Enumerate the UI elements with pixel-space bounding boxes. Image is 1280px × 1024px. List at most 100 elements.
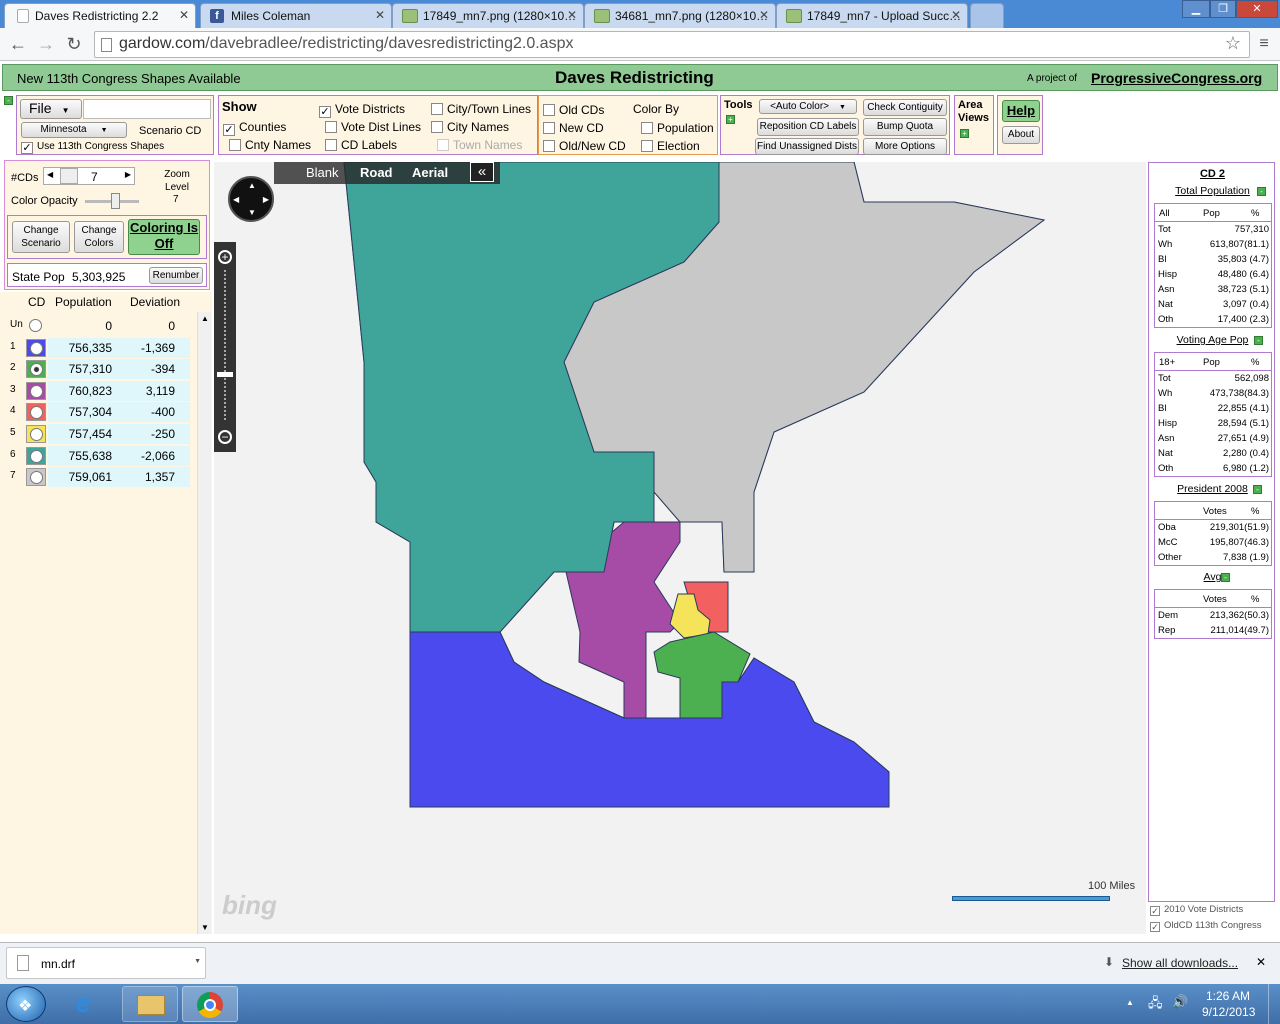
check-contiguity-button[interactable]: Check Contiguity: [863, 99, 947, 116]
cd-radio[interactable]: [30, 471, 43, 485]
close-icon[interactable]: ✕: [951, 8, 961, 22]
checkbox[interactable]: ✓: [21, 142, 33, 154]
checkbox[interactable]: [641, 140, 653, 152]
find-unassigned-button[interactable]: Find Unassigned Dists: [755, 138, 859, 155]
explorer-taskbar-icon[interactable]: [122, 986, 178, 1022]
stepper-thumb[interactable]: [60, 168, 78, 184]
clock-date[interactable]: 9/12/2013: [1202, 1005, 1255, 1019]
close-downloads-icon[interactable]: ✕: [1256, 955, 1266, 969]
minimize-button[interactable]: ▁: [1182, 0, 1210, 18]
city-town-lines-checkbox[interactable]: City/Town Lines: [431, 102, 531, 116]
cd-color-swatch[interactable]: [26, 446, 46, 465]
cd-color-swatch[interactable]: [26, 403, 46, 422]
cd-radio[interactable]: [30, 384, 43, 398]
pan-up-icon[interactable]: ▲: [248, 181, 256, 190]
cd-color-swatch[interactable]: [26, 338, 46, 357]
cd-row[interactable]: Un 0 0: [0, 316, 210, 337]
cd-labels-checkbox[interactable]: CD Labels: [325, 138, 397, 152]
close-icon[interactable]: ✕: [375, 8, 385, 22]
new-cd-checkbox[interactable]: New CD: [543, 121, 604, 135]
town-names-checkbox[interactable]: Town Names: [437, 138, 522, 152]
network-icon[interactable]: 🖧: [1148, 994, 1163, 1016]
chevron-left-icon[interactable]: ◀: [47, 170, 53, 179]
checkbox[interactable]: [641, 122, 653, 134]
checkbox[interactable]: ✓: [1150, 906, 1160, 916]
zoom-in-icon[interactable]: +: [218, 250, 232, 264]
file-input[interactable]: [83, 99, 211, 119]
map[interactable]: Blank Road Aerial « ▲ ◀ ▶ ▼ + − 100 Mile…: [214, 162, 1146, 934]
tab-daves-redistricting[interactable]: Daves Redistricting 2.2 ✕: [4, 3, 196, 28]
expand-icon[interactable]: +: [960, 129, 969, 138]
tab-image-3[interactable]: 17849_mn7 - Upload Succ… ✕: [776, 3, 968, 28]
start-button[interactable]: ❖: [6, 986, 46, 1022]
renumber-button[interactable]: Renumber: [149, 267, 203, 284]
new-tab-button[interactable]: [970, 3, 1004, 28]
close-icon[interactable]: ✕: [567, 8, 577, 22]
counties-checkbox[interactable]: ✓ Counties: [223, 120, 286, 136]
cd-radio[interactable]: [29, 319, 42, 332]
cd-row[interactable]: 6 755,638 -2,066: [0, 445, 210, 467]
pan-down-icon[interactable]: ▼: [248, 208, 256, 217]
pan-right-icon[interactable]: ▶: [263, 195, 269, 204]
cd-color-swatch[interactable]: [26, 381, 46, 400]
volume-icon[interactable]: 🔊: [1172, 994, 1188, 1010]
cd-row[interactable]: 1 756,335 -1,369: [0, 337, 210, 359]
collapse-icon[interactable]: -: [1254, 336, 1263, 345]
checkbox[interactable]: [229, 139, 241, 151]
show-all-downloads-link[interactable]: Show all downloads...: [1122, 956, 1238, 970]
map-type-road[interactable]: Road: [360, 165, 393, 180]
download-item[interactable]: mn.drf ▼: [6, 947, 206, 979]
zoom-thumb[interactable]: [217, 372, 233, 377]
cd-radio[interactable]: [30, 406, 43, 420]
vote-districts-checkbox[interactable]: ✓ Vote Districts: [319, 102, 405, 118]
cd-row[interactable]: 2 757,310 -394: [0, 359, 210, 380]
checkbox[interactable]: ✓: [1150, 922, 1160, 932]
close-icon[interactable]: ✕: [179, 8, 189, 22]
project-link[interactable]: ProgressiveCongress.org: [1091, 70, 1262, 86]
cd-color-swatch[interactable]: [26, 360, 46, 379]
maximize-button[interactable]: ❐: [1210, 0, 1236, 18]
scroll-down-icon[interactable]: ▼: [201, 923, 209, 932]
collapse-icon[interactable]: -: [1253, 485, 1262, 494]
checkbox[interactable]: ✓: [319, 106, 331, 118]
checkbox[interactable]: [325, 139, 337, 151]
cd-color-swatch[interactable]: [26, 468, 46, 487]
district-map[interactable]: [214, 162, 1146, 934]
cd-radio[interactable]: [30, 341, 43, 355]
forward-icon[interactable]: →: [34, 32, 58, 56]
cd-radio[interactable]: [30, 449, 43, 463]
use-113th-checkbox[interactable]: ✓ Use 113th Congress Shapes: [21, 141, 164, 154]
checkbox[interactable]: [543, 140, 555, 152]
cd-radio[interactable]: [30, 428, 43, 441]
cd-row[interactable]: 5 757,454 -250: [0, 424, 210, 445]
chrome-taskbar-icon[interactable]: [182, 986, 238, 1022]
help-button[interactable]: Help: [1002, 100, 1040, 122]
tab-image-1[interactable]: 17849_mn7.png (1280×10… ✕: [392, 3, 584, 28]
chevron-right-icon[interactable]: ▶: [125, 170, 131, 179]
zoom-track[interactable]: [224, 270, 226, 420]
collapse-icon[interactable]: -: [4, 96, 13, 105]
map-type-aerial[interactable]: Aerial: [412, 165, 448, 180]
ie-taskbar-icon[interactable]: e: [64, 986, 116, 1022]
tab-image-2[interactable]: 34681_mn7.png (1280×10… ✕: [584, 3, 776, 28]
close-icon[interactable]: ✕: [759, 8, 769, 22]
slider-thumb[interactable]: [111, 193, 120, 209]
checkbox[interactable]: [543, 104, 555, 116]
coloring-toggle-button[interactable]: Coloring Is Off: [128, 219, 200, 255]
star-icon[interactable]: ☆: [1225, 33, 1241, 54]
bump-quota-button[interactable]: Bump Quota: [863, 118, 947, 136]
pan-control[interactable]: ▲ ◀ ▶ ▼: [228, 176, 274, 222]
show-desktop-button[interactable]: [1268, 984, 1280, 1024]
city-names-checkbox[interactable]: City Names: [431, 120, 509, 134]
cnty-names-checkbox[interactable]: Cnty Names: [229, 138, 311, 152]
zoom-out-icon[interactable]: −: [218, 430, 232, 444]
population-checkbox[interactable]: Population: [641, 121, 714, 135]
cd-row[interactable]: 7 759,061 1,357: [0, 467, 210, 488]
vote-dist-lines-checkbox[interactable]: Vote Dist Lines: [325, 120, 421, 134]
map-type-blank[interactable]: Blank: [306, 165, 339, 180]
more-options-button[interactable]: More Options: [863, 138, 947, 155]
address-bar[interactable]: gardow.com/davebradlee/redistricting/dav…: [94, 31, 1250, 58]
change-scenario-button[interactable]: Change Scenario: [12, 221, 70, 253]
reload-icon[interactable]: ↻: [62, 32, 86, 56]
old-cds-checkbox[interactable]: Old CDs: [543, 103, 604, 117]
